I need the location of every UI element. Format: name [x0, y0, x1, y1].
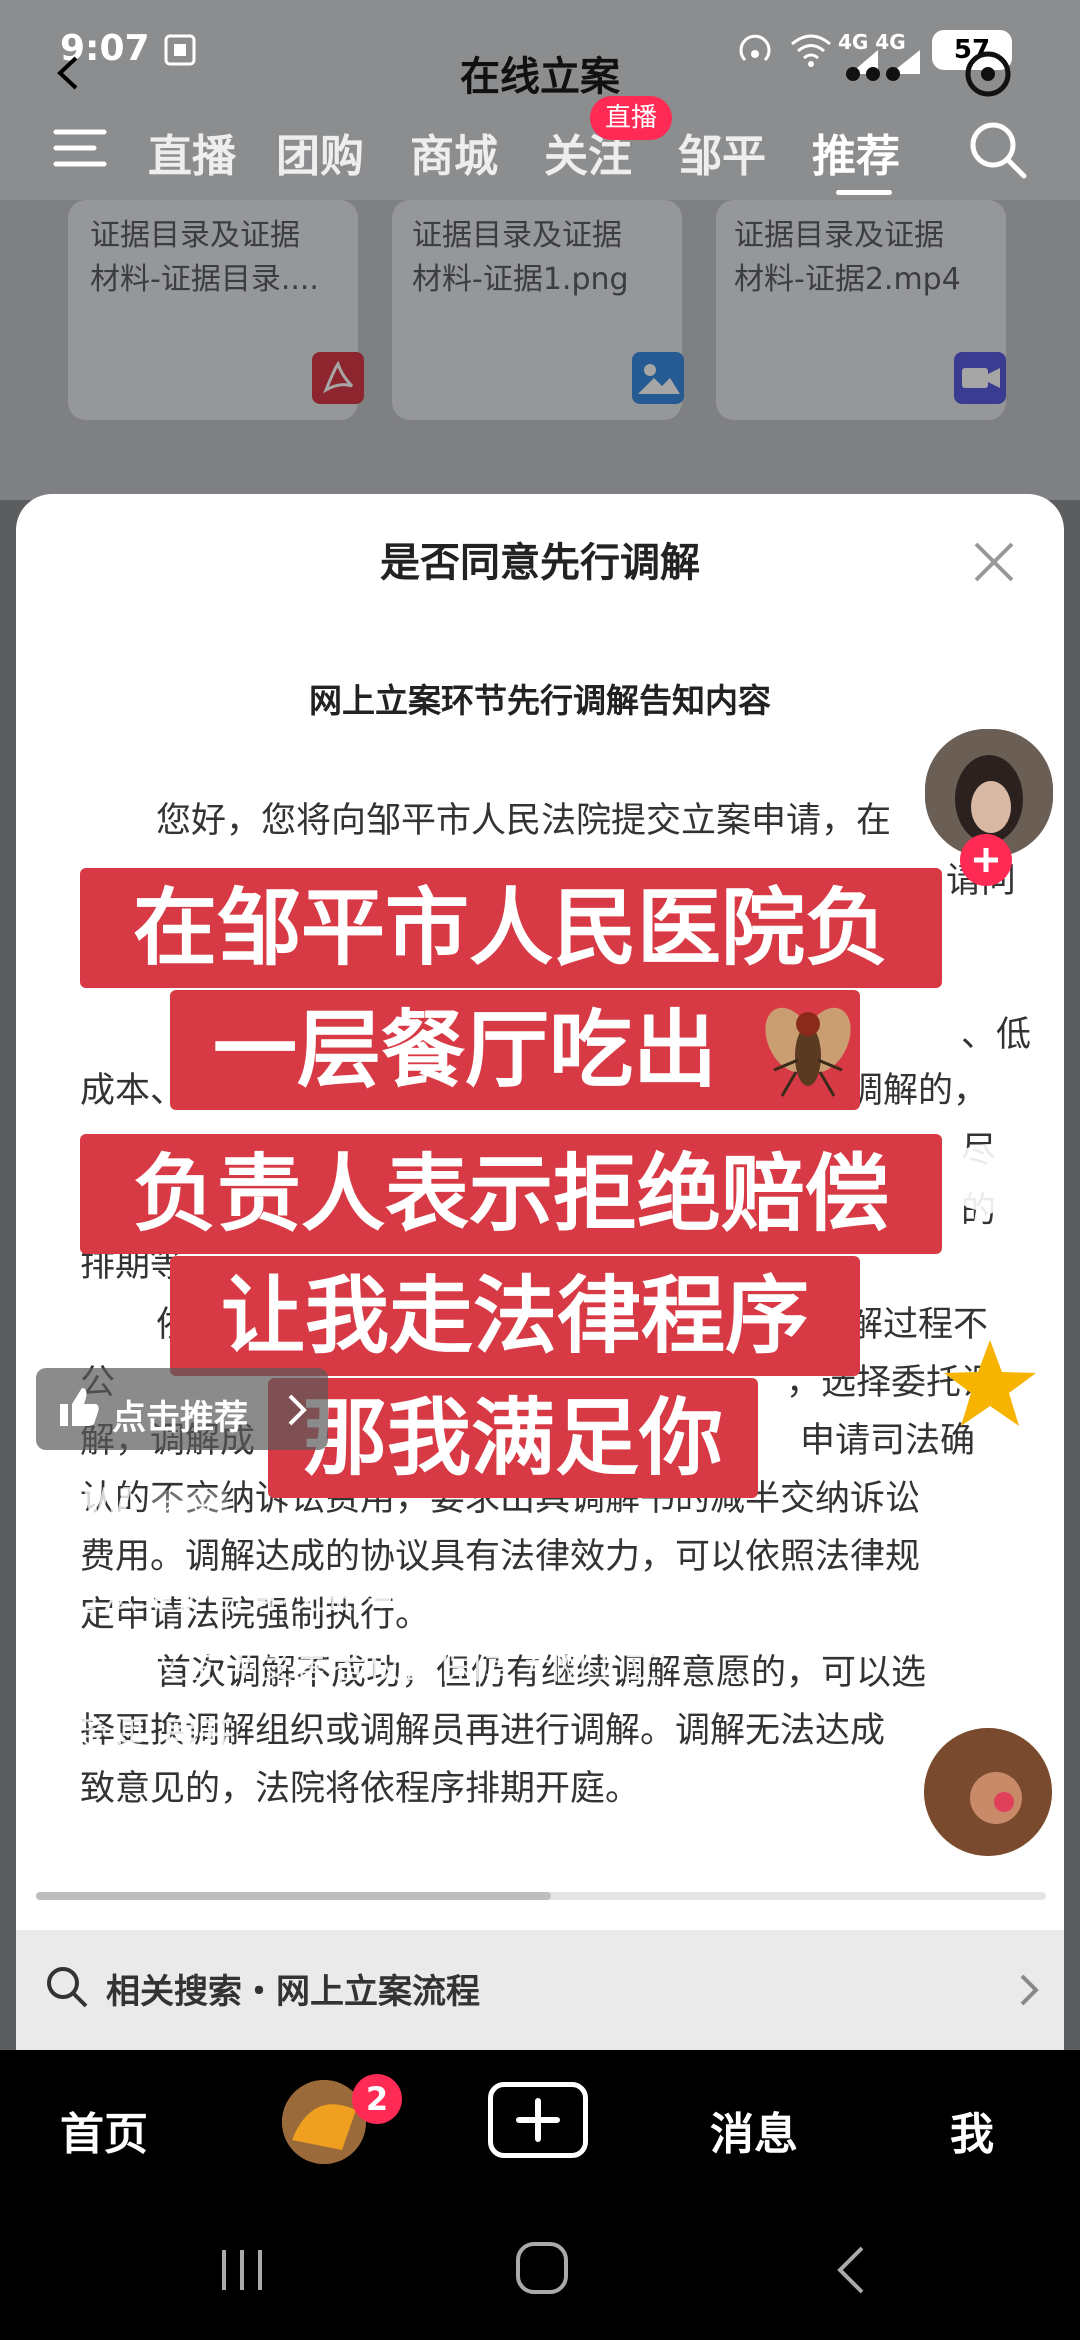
description-line-2[interactable]: 的合法权益 #受害者权益保障 #网上立 — [36, 1640, 659, 1694]
related-search-text[interactable]: 相关搜索・网上立案流程 — [106, 1964, 480, 2013]
expand-link[interactable]: 展开 — [162, 1710, 234, 1764]
dialog-subtitle: 网上立案环节先行调解告知内容 — [309, 681, 771, 720]
comment-icon[interactable] — [944, 1138, 1036, 1228]
search-icon — [44, 1964, 90, 2014]
music-disc[interactable] — [924, 1728, 1052, 1856]
tab-mall[interactable]: 商城 — [410, 120, 498, 184]
active-tab-indicator — [836, 190, 892, 195]
tab-groupbuy[interactable]: 团购 — [276, 120, 364, 184]
close-icon[interactable] — [966, 534, 1022, 590]
home-icon[interactable] — [512, 2238, 572, 2302]
thumbs-up-icon — [56, 1384, 102, 1434]
caption-line-1: 在邹平市人民医院负 — [80, 868, 942, 988]
nav-messages[interactable]: 消息 — [710, 2098, 798, 2162]
scrollbar-thumb[interactable] — [36, 1892, 551, 1900]
chevron-right-icon — [286, 1392, 310, 1432]
tab-recommend[interactable]: 推荐 — [812, 120, 900, 184]
follow-plus-icon[interactable] — [960, 834, 1012, 886]
tab-live[interactable]: 直播 — [148, 120, 236, 184]
live-badge: 直播 — [590, 96, 672, 140]
dialog-title: 是否同意先行调解 — [380, 540, 700, 586]
search-icon[interactable] — [966, 118, 1030, 186]
nav-home[interactable]: 首页 — [60, 2098, 148, 2162]
caption-line-2: 一层餐厅吃出 — [170, 990, 860, 1110]
caption-line-5: 那我满足你 — [268, 1378, 758, 1498]
more-icon[interactable] — [845, 64, 901, 88]
create-button[interactable] — [488, 2082, 588, 2158]
chevron-right-icon — [1014, 1970, 1044, 2014]
favorite-count: 9 — [979, 1438, 999, 1473]
post-type-tag: 图文 — [148, 1490, 229, 1534]
document-title: 在线立案 — [460, 54, 620, 100]
friends-badge: 2 — [352, 2074, 402, 2124]
favorite-star-icon[interactable] — [940, 1336, 1040, 1436]
menu-icon[interactable] — [52, 124, 108, 176]
caption-line-4: 让我走法律程序 — [170, 1256, 860, 1376]
back-icon[interactable] — [826, 2240, 876, 2304]
like-count: 112 — [960, 1044, 1018, 1079]
caption-line-2-box: 一层餐厅吃出 — [170, 990, 860, 1110]
recommend-label[interactable]: 点击推荐 — [112, 1390, 248, 1439]
share-icon[interactable] — [944, 1534, 1036, 1624]
paragraph-line: 您好，您将向邹平市人民法院提交立案申请，在 — [156, 801, 892, 841]
author-name[interactable]: @W — [36, 1478, 133, 1532]
music-note-icon — [37, 1802, 74, 1846]
fly-icon — [760, 1000, 856, 1104]
share-count: 142 — [960, 1640, 1018, 1675]
recent-apps-icon[interactable] — [212, 2240, 272, 2304]
description-line-1[interactable]: #合法维护自身权益 #用法律维护自己 — [36, 1570, 648, 1624]
description-line-3[interactable]: 案受理 — [36, 1710, 144, 1764]
nav-me[interactable]: 我 — [950, 2098, 994, 2162]
music-title[interactable]: 机 我简单说两句 - 加油的 — [88, 1800, 450, 1854]
like-icon[interactable] — [944, 944, 1036, 1032]
target-icon[interactable] — [962, 48, 1014, 104]
tab-local[interactable]: 邹平 — [678, 120, 766, 184]
caption-line-3: 负责人表示拒绝赔偿 — [80, 1134, 942, 1254]
comment-count: 34 — [969, 1244, 1009, 1279]
